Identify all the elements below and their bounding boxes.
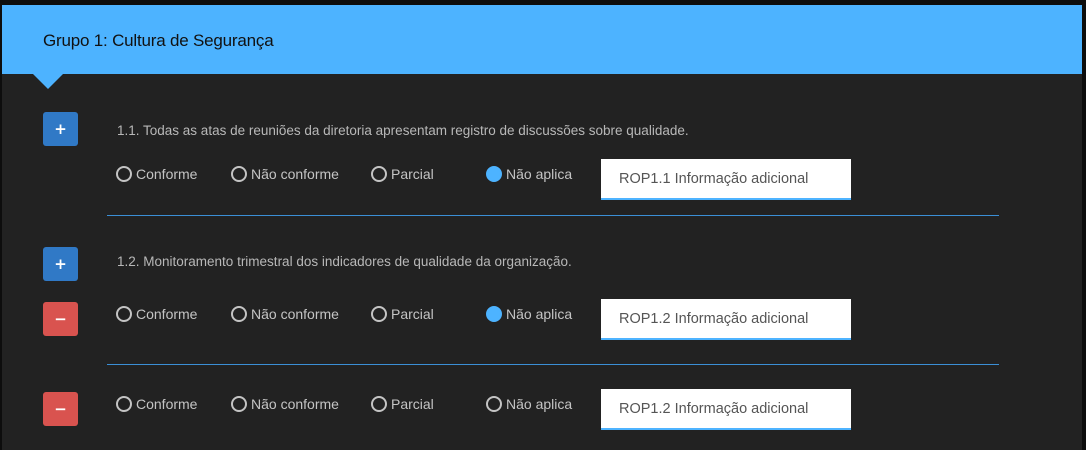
- radio-circle-icon: [371, 306, 387, 322]
- radio-circle-icon: [231, 166, 247, 182]
- radio-nao-aplica-1-2[interactable]: Não aplica: [486, 306, 572, 322]
- minus-icon: −: [54, 400, 67, 418]
- header-caret-icon: [33, 74, 63, 89]
- radio-circle-icon: [486, 396, 502, 412]
- radio-nao-conforme-1-1[interactable]: Não conforme: [231, 166, 339, 182]
- expand-button-1-2[interactable]: +: [43, 247, 78, 281]
- radio-circle-icon: [116, 396, 132, 412]
- minus-icon: −: [54, 310, 67, 328]
- radio-nao-aplica-3[interactable]: Não aplica: [486, 396, 572, 412]
- radio-circle-icon: [116, 166, 132, 182]
- info-field-1-2[interactable]: [601, 299, 851, 340]
- radio-conforme-1-2[interactable]: Conforme: [116, 306, 197, 322]
- remove-button-1-2[interactable]: −: [43, 302, 78, 336]
- radio-nao-conforme-3[interactable]: Não conforme: [231, 396, 339, 412]
- radio-conforme-1-1[interactable]: Conforme: [116, 166, 197, 182]
- plus-icon: +: [54, 255, 67, 273]
- radio-circle-icon: [116, 306, 132, 322]
- group-panel: Grupo 1: Cultura de Segurança + 1.1. Tod…: [2, 5, 1082, 450]
- radio-nao-conforme-1-2[interactable]: Não conforme: [231, 306, 339, 322]
- radio-circle-icon: [231, 396, 247, 412]
- expand-button-1-1[interactable]: +: [43, 112, 78, 146]
- info-field-3[interactable]: [601, 389, 851, 430]
- group-title: Grupo 1: Cultura de Segurança: [43, 31, 274, 50]
- question-text-1-1: 1.1. Todas as atas de reuniões da direto…: [117, 123, 689, 138]
- radio-parcial-1-1[interactable]: Parcial: [371, 166, 434, 182]
- remove-button-3[interactable]: −: [43, 392, 78, 426]
- radio-parcial-1-2[interactable]: Parcial: [371, 306, 434, 322]
- divider: [107, 364, 999, 365]
- question-text-1-2: 1.2. Monitoramento trimestral dos indica…: [117, 254, 572, 269]
- radio-nao-aplica-1-1[interactable]: Não aplica: [486, 166, 572, 182]
- radio-conforme-3[interactable]: Conforme: [116, 396, 197, 412]
- plus-icon: +: [54, 120, 67, 138]
- radio-circle-icon: [371, 396, 387, 412]
- radio-checked-icon: [486, 306, 502, 322]
- radio-parcial-3[interactable]: Parcial: [371, 396, 434, 412]
- radio-circle-icon: [231, 306, 247, 322]
- group-header: Grupo 1: Cultura de Segurança: [2, 5, 1082, 74]
- info-field-1-1[interactable]: [601, 159, 851, 200]
- divider: [107, 215, 999, 216]
- radio-circle-icon: [371, 166, 387, 182]
- radio-checked-icon: [486, 166, 502, 182]
